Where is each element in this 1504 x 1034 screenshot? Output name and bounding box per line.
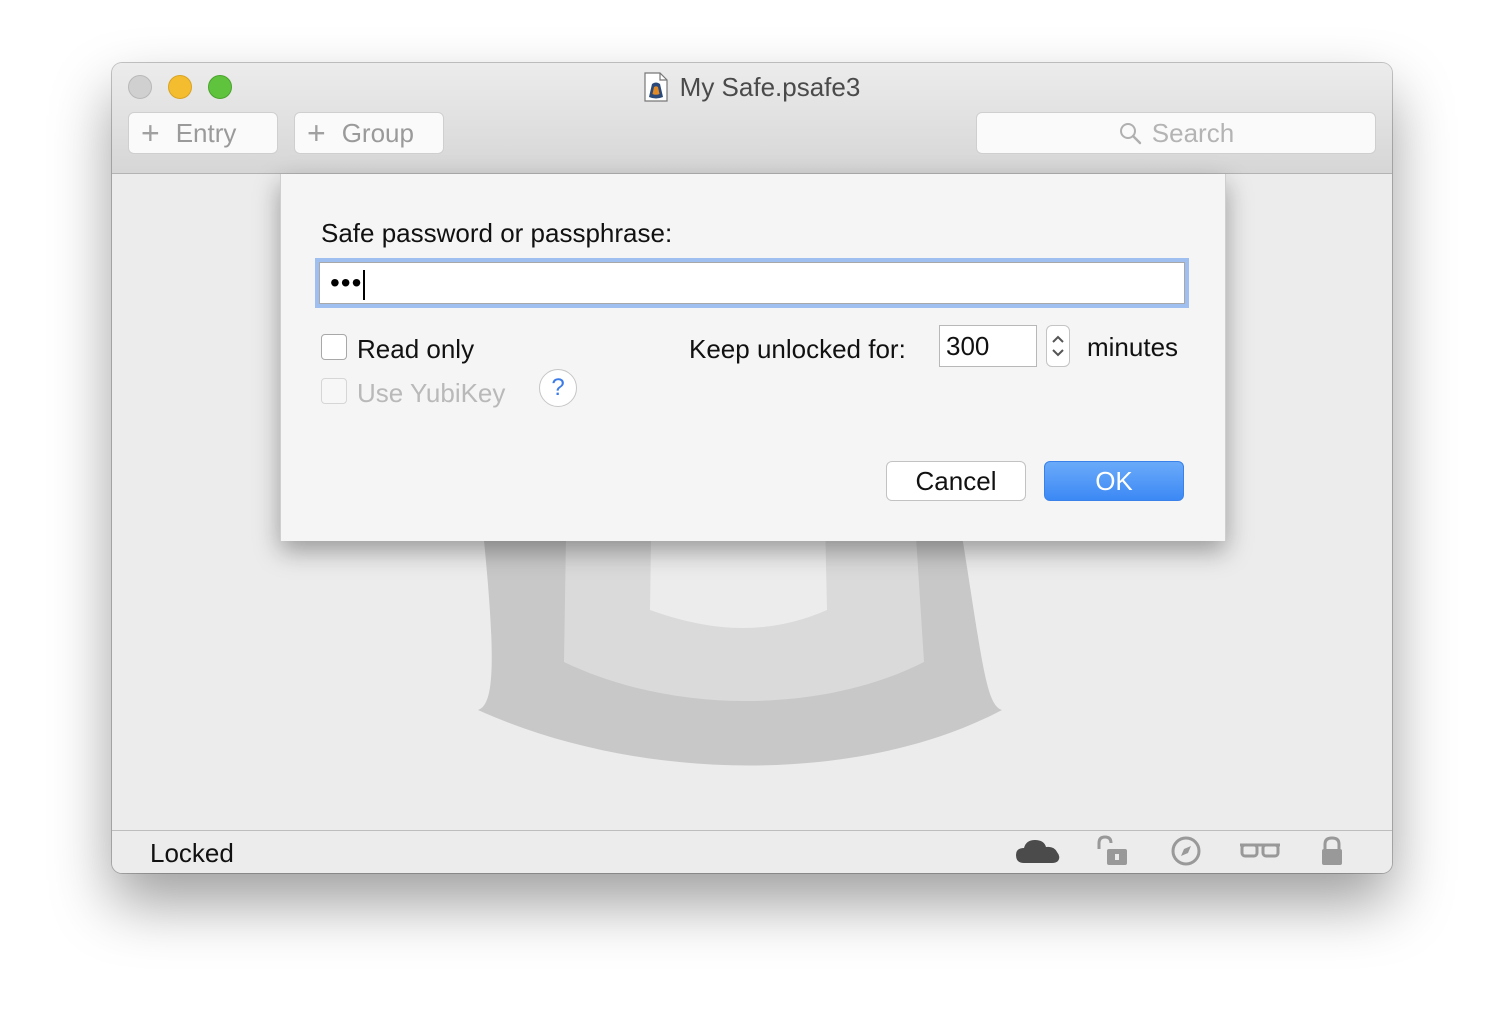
help-icon: ? xyxy=(551,374,565,401)
read-only-label[interactable]: Read only xyxy=(357,334,474,365)
keep-unlocked-stepper[interactable] xyxy=(1046,325,1070,367)
search-field[interactable]: Search xyxy=(976,112,1376,154)
text-caret xyxy=(363,269,366,300)
keep-unlocked-input[interactable]: 300 xyxy=(939,325,1037,367)
add-entry-button[interactable]: + Entry xyxy=(128,112,278,154)
cancel-label: Cancel xyxy=(915,465,997,496)
cancel-button[interactable]: Cancel xyxy=(886,461,1026,501)
glasses-icon[interactable] xyxy=(1238,835,1282,867)
ok-label: OK xyxy=(1095,465,1133,496)
use-yubikey-checkbox[interactable] xyxy=(321,378,347,404)
plus-icon: + xyxy=(141,115,160,151)
unlock-icon[interactable] xyxy=(1095,835,1131,867)
search-placeholder: Search xyxy=(1151,117,1235,148)
cloud-icon[interactable] xyxy=(1014,835,1062,867)
add-group-label: Group xyxy=(341,117,414,148)
minutes-label: minutes xyxy=(1087,332,1179,362)
compass-icon[interactable] xyxy=(1170,835,1202,867)
titlebar: My Safe.psafe3 + Entry + Group Search xyxy=(112,63,1392,174)
unlock-safe-dialog: Safe password or passphrase: ••• Read on… xyxy=(280,174,1226,541)
ok-button[interactable]: OK xyxy=(1044,461,1184,501)
use-yubikey-label: Use YubiKey xyxy=(357,378,506,408)
password-input[interactable]: ••• xyxy=(319,262,1185,304)
keep-unlocked-value: 300 xyxy=(946,331,990,361)
search-icon xyxy=(1119,123,1141,145)
password-value: ••• xyxy=(330,267,363,298)
status-bar: Locked xyxy=(112,830,1392,873)
status-text: Locked xyxy=(150,838,234,868)
keep-unlocked-label: Keep unlocked for: xyxy=(689,334,906,364)
window-title: My Safe.psafe3 xyxy=(679,71,861,102)
plus-icon: + xyxy=(307,115,326,151)
add-group-button[interactable]: + Group xyxy=(294,112,444,154)
add-entry-label: Entry xyxy=(175,117,237,148)
app-window: My Safe.psafe3 + Entry + Group Search Lo… xyxy=(112,63,1392,873)
safe-document-icon xyxy=(644,72,668,102)
lock-icon[interactable] xyxy=(1320,835,1344,867)
stepper-chevrons-icon xyxy=(1052,335,1064,357)
window-title-area: My Safe.psafe3 xyxy=(112,69,1392,105)
password-label: Safe password or passphrase: xyxy=(321,218,673,248)
help-button[interactable]: ? xyxy=(539,369,577,407)
read-only-checkbox[interactable] xyxy=(321,334,347,360)
